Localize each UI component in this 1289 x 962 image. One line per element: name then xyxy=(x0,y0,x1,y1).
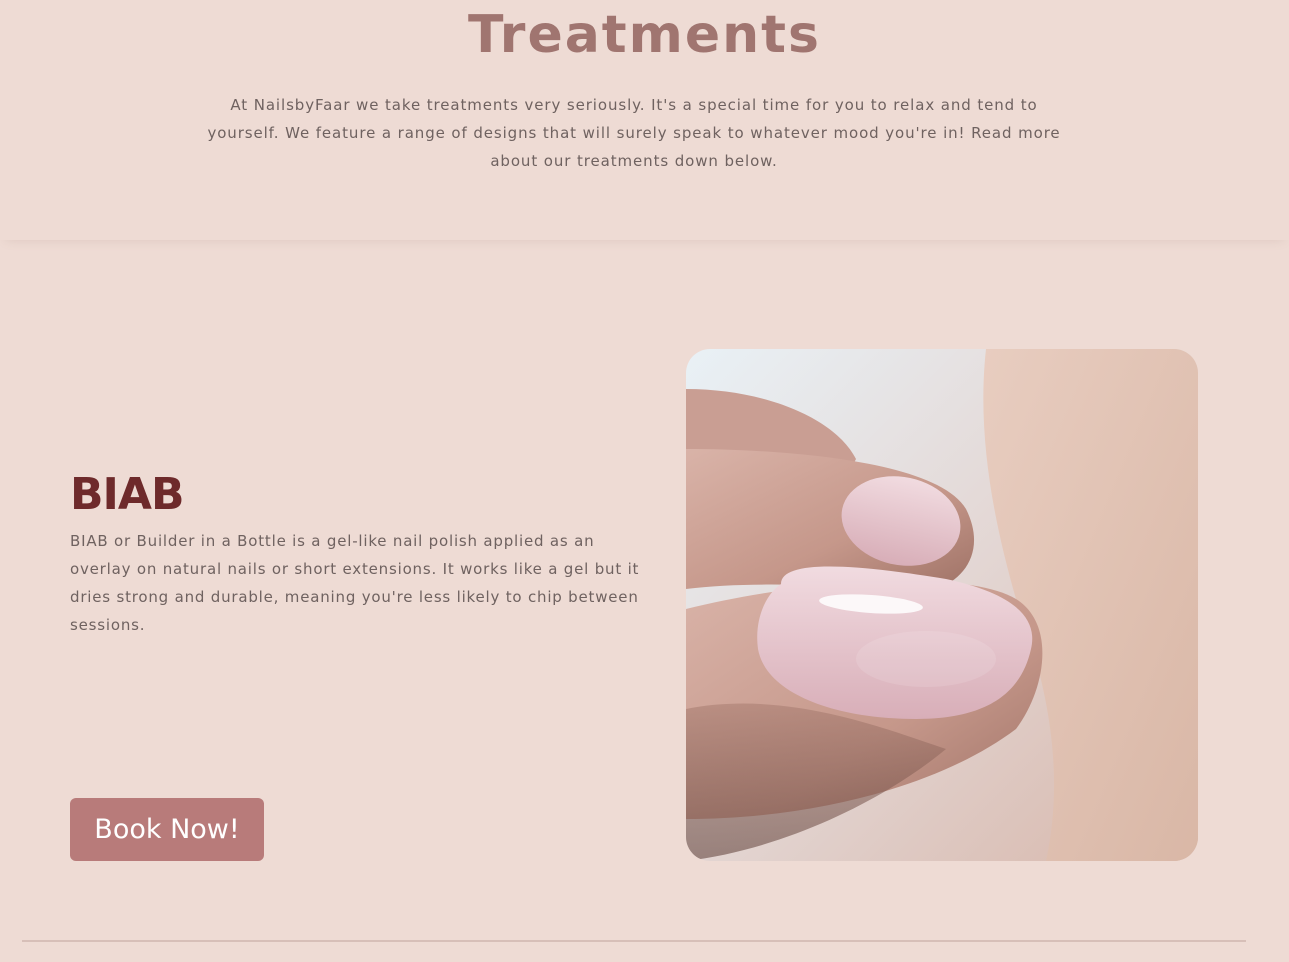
treatments-hero: Treatments At NailsbyFaar we take treatm… xyxy=(0,0,1289,240)
treatments-page: Treatments At NailsbyFaar we take treatm… xyxy=(0,0,1289,962)
nail-photo xyxy=(686,349,1198,861)
treatments-intro: At NailsbyFaar we take treatments very s… xyxy=(207,96,1061,170)
section-divider xyxy=(22,940,1246,942)
book-now-button[interactable]: Book Now! xyxy=(70,798,264,861)
treatment-description: BIAB or Builder in a Bottle is a gel-lik… xyxy=(70,532,640,634)
treatment-title: BIAB xyxy=(70,469,184,520)
page-title: Treatments xyxy=(468,5,821,65)
